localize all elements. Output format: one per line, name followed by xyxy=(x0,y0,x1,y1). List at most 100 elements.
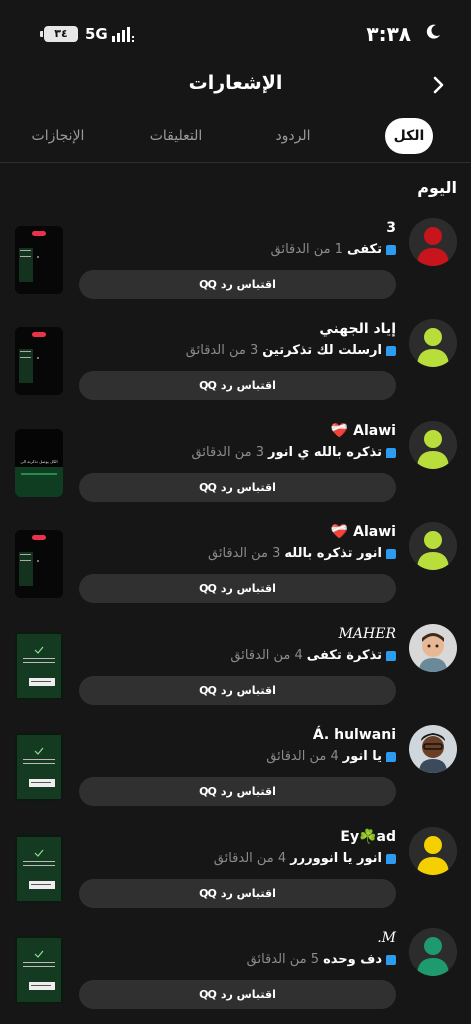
tab-achievements[interactable]: الإنجازات xyxy=(23,118,93,154)
notification-message: تكفى xyxy=(347,242,382,257)
post-thumbnail[interactable] xyxy=(15,632,63,700)
status-bar: ٣:٣٨ ٣٤ 5G xyxy=(0,0,471,62)
page-title: الإشعارات xyxy=(188,72,283,94)
sender-name[interactable]: MAHER xyxy=(339,626,396,642)
reply-label: اقتباس رد xyxy=(220,278,276,291)
notification-time: 1 من الدقائق xyxy=(270,242,344,257)
quote-reply-button[interactable]: اقتباس رد ԚԚ xyxy=(79,980,396,1009)
quote-icon: ԚԚ xyxy=(199,684,217,697)
tab-comments[interactable]: التعليقات xyxy=(141,118,211,154)
battery-icon: ٣٤ xyxy=(44,26,78,42)
avatar[interactable] xyxy=(409,725,457,773)
tab-replies[interactable]: الردود xyxy=(263,118,323,154)
battery-cap xyxy=(40,31,43,37)
divider xyxy=(0,162,471,163)
signal-icon xyxy=(112,27,134,42)
notification-time: 4 من الدقائق xyxy=(266,749,339,764)
sender-name[interactable]: M. xyxy=(377,930,396,946)
post-thumbnail[interactable]: الكل يوصل تذكرته الى xyxy=(15,429,63,497)
notification-item[interactable]: M. دف وحده 5 من الدقائق اقتباس رد ԚԚ xyxy=(0,928,471,1024)
quote-icon: ԚԚ xyxy=(199,379,217,392)
post-thumbnail[interactable] xyxy=(15,226,63,294)
comment-icon xyxy=(386,751,396,762)
quote-reply-button[interactable]: اقتباس رد ԚԚ xyxy=(79,879,396,908)
notification-item[interactable]: Alawi ❤️‍🩹 انور تذكره بالله 3 من الدقائق… xyxy=(0,522,471,623)
notification-text: تذكره بالله ي انور 3 من الدقائق xyxy=(192,445,396,460)
avatar[interactable] xyxy=(409,827,457,875)
quote-icon: ԚԚ xyxy=(199,785,217,798)
sender-name[interactable]: Alawi ❤️‍🩹 xyxy=(331,524,396,540)
notification-item[interactable]: MAHER تذكرة تكفى 4 من الدقائق اقتباس رد … xyxy=(0,624,471,725)
notification-time: 3 من الدقائق xyxy=(207,546,281,561)
post-thumbnail[interactable] xyxy=(15,530,63,598)
reply-label: اقتباس رد xyxy=(220,887,276,900)
post-thumbnail[interactable] xyxy=(15,936,63,1004)
section-today: اليوم xyxy=(417,178,457,197)
notification-text: انور تذكره بالله 3 من الدقائق xyxy=(208,546,396,561)
post-thumbnail[interactable] xyxy=(15,327,63,395)
sender-name[interactable]: Ey☘️ad xyxy=(340,829,396,845)
avatar[interactable] xyxy=(409,928,457,976)
quote-reply-button[interactable]: اقتباس رد ԚԚ xyxy=(79,574,396,603)
notification-text: تكفى 1 من الدقائق xyxy=(271,242,396,257)
reply-label: اقتباس رد xyxy=(220,481,276,494)
header: الإشعارات xyxy=(0,62,471,110)
reply-label: اقتباس رد xyxy=(220,988,276,1001)
reply-label: اقتباس رد xyxy=(220,684,276,697)
avatar[interactable] xyxy=(409,522,457,570)
notification-message: تذكره بالله ي انور xyxy=(267,445,382,460)
notification-item[interactable]: Ey☘️ad انور يا انووررر 4 من الدقائق اقتب… xyxy=(0,827,471,928)
network-label: 5G xyxy=(85,25,108,43)
quote-reply-button[interactable]: اقتباس رد ԚԚ xyxy=(79,473,396,502)
notification-time: 3 من الدقائق xyxy=(185,343,259,358)
avatar[interactable] xyxy=(409,218,457,266)
quote-reply-button[interactable]: اقتباس رد ԚԚ xyxy=(79,676,396,705)
post-thumbnail[interactable] xyxy=(15,835,63,903)
notification-message: انور تذكره بالله xyxy=(284,546,382,561)
quote-icon: ԚԚ xyxy=(199,481,217,494)
tab-all[interactable]: الكل xyxy=(385,118,433,154)
quote-reply-button[interactable]: اقتباس رد ԚԚ xyxy=(79,371,396,400)
comment-icon xyxy=(386,548,396,559)
notification-text: ارسلت لك تذكرتين 3 من الدقائق xyxy=(186,343,396,358)
comment-icon xyxy=(386,345,396,356)
sender-name[interactable]: Alawi ❤️‍🩹 xyxy=(331,423,396,439)
reply-label: اقتباس رد xyxy=(220,379,276,392)
reply-label: اقتباس رد xyxy=(220,785,276,798)
comment-icon xyxy=(386,244,396,255)
avatar[interactable] xyxy=(409,624,457,672)
reply-label: اقتباس رد xyxy=(220,582,276,595)
avatar[interactable] xyxy=(409,319,457,367)
quote-reply-button[interactable]: اقتباس رد ԚԚ xyxy=(79,777,396,806)
quote-reply-button[interactable]: اقتباس رد ԚԚ xyxy=(79,270,396,299)
notification-item[interactable]: Alawi ❤️‍🩹 تذكره بالله ي انور 3 من الدقا… xyxy=(0,421,471,522)
notification-time: 4 من الدقائق xyxy=(213,851,287,866)
notification-message: دف وحده xyxy=(323,952,382,967)
quote-icon: ԚԚ xyxy=(199,988,217,1001)
notification-text: تذكرة تكفى 4 من الدقائق xyxy=(230,648,396,663)
avatar[interactable] xyxy=(409,421,457,469)
quote-icon: ԚԚ xyxy=(199,278,217,291)
notification-message: تذكرة تكفى xyxy=(306,648,382,663)
status-time: ٣:٣٨ xyxy=(366,22,411,46)
quote-icon: ԚԚ xyxy=(199,582,217,595)
svg-text:الكل يوصل تذكرته الى: الكل يوصل تذكرته الى xyxy=(20,459,57,464)
notification-time: 5 من الدقائق xyxy=(246,952,320,967)
notification-item[interactable]: 3 تكفى 1 من الدقائق اقتباس رد ԚԚ xyxy=(0,218,471,319)
sender-name[interactable]: Á. hulwani xyxy=(313,727,396,743)
notification-item[interactable]: إياد الجهني ارسلت لك تذكرتين 3 من الدقائ… xyxy=(0,319,471,420)
notification-time: 4 من الدقائق xyxy=(230,648,303,663)
chevron-right-icon[interactable] xyxy=(427,72,451,98)
sender-name[interactable]: إياد الجهني xyxy=(319,321,396,337)
comment-icon xyxy=(386,954,396,965)
notification-text: دف وحده 5 من الدقائق xyxy=(247,952,396,967)
notification-item[interactable]: Á. hulwani يا انور 4 من الدقائق اقتباس ر… xyxy=(0,725,471,826)
moon-icon xyxy=(426,24,440,39)
comment-icon xyxy=(386,853,396,864)
sender-name[interactable]: 3 xyxy=(386,220,396,236)
notification-text: يا انور 4 من الدقائق xyxy=(266,749,396,764)
post-thumbnail[interactable] xyxy=(15,733,63,801)
notification-text: انور يا انووررر 4 من الدقائق xyxy=(214,851,396,866)
notification-message: انور يا انووررر xyxy=(290,851,382,866)
quote-icon: ԚԚ xyxy=(199,887,217,900)
